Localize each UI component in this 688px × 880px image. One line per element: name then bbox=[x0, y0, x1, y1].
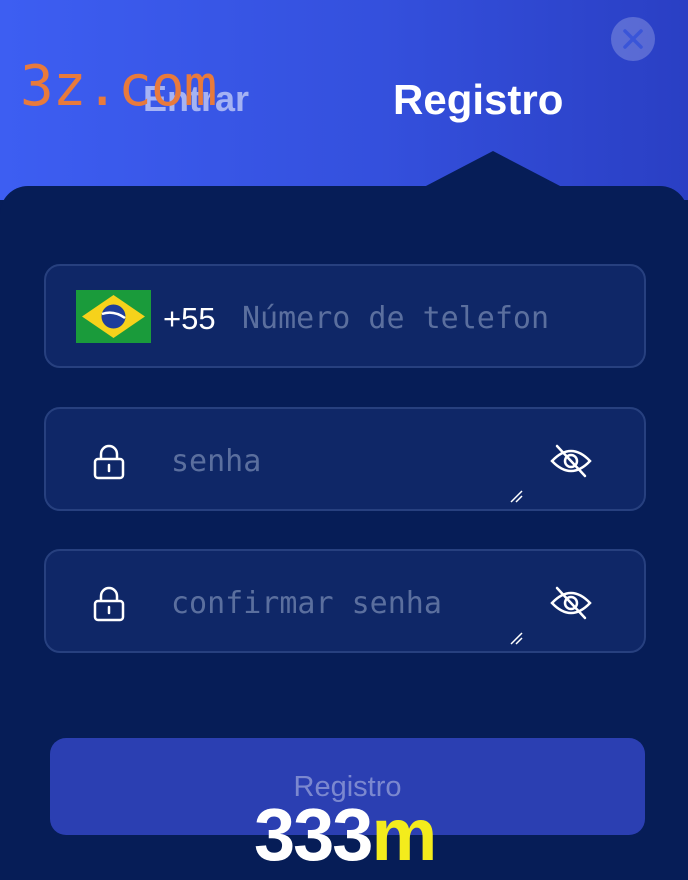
watermark-logo: 3z.com bbox=[20, 54, 217, 119]
password-placeholder: senha bbox=[171, 444, 262, 479]
lock-icon bbox=[93, 586, 125, 622]
overlay-part-white: 333 bbox=[254, 793, 373, 876]
lock-icon bbox=[93, 444, 125, 480]
resize-handle-icon[interactable] bbox=[509, 631, 523, 645]
confirm-password-placeholder: confirmar senha bbox=[171, 586, 442, 621]
watermark-overlay: 333m bbox=[254, 792, 437, 877]
resize-handle-icon[interactable] bbox=[509, 489, 523, 503]
close-icon bbox=[623, 29, 643, 49]
password-field[interactable]: senha bbox=[44, 407, 646, 511]
confirm-password-field[interactable]: confirmar senha bbox=[44, 549, 646, 653]
eye-off-icon[interactable] bbox=[549, 443, 593, 479]
tab-registro[interactable]: Registro bbox=[393, 76, 563, 124]
brazil-flag-icon[interactable] bbox=[76, 290, 151, 343]
eye-off-icon[interactable] bbox=[549, 585, 593, 621]
country-code[interactable]: +55 bbox=[163, 301, 216, 337]
active-tab-indicator bbox=[424, 151, 562, 187]
overlay-part-yellow: m bbox=[371, 793, 437, 876]
phone-placeholder: Número de telefon bbox=[242, 301, 550, 336]
phone-field[interactable]: +55 Número de telefon bbox=[44, 264, 646, 368]
close-button[interactable] bbox=[611, 17, 655, 61]
